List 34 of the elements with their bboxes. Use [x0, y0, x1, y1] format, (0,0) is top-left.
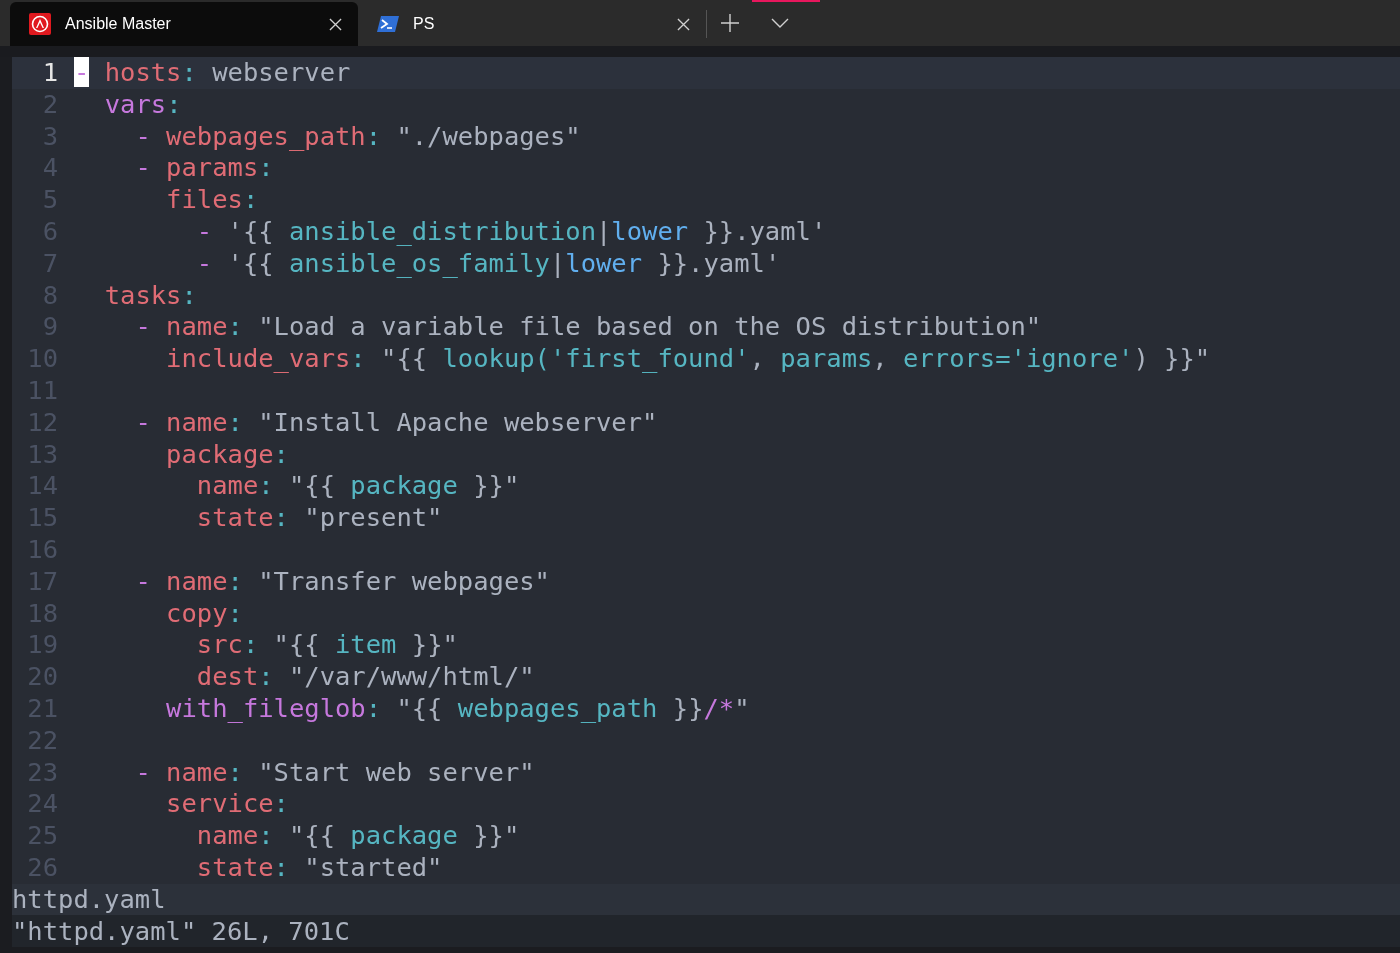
terminal-tab[interactable]: PS: [358, 2, 706, 46]
terminal-tab[interactable]: Ansible Master: [10, 2, 358, 46]
code-line: src: "{{ item }}": [195, 629, 458, 662]
code-line: files:: [165, 184, 259, 216]
code-line: tasks:: [103, 279, 197, 312]
code-line: copy:: [165, 597, 243, 630]
code-line: - params:: [134, 152, 274, 185]
code-line: include_vars: "{{ lookup('first_found', params, errors='ignore') }}": [165, 343, 1211, 375]
code-line: name: "{{ package }}": [195, 820, 520, 852]
app-icon: [29, 13, 51, 35]
code-line: - name: "Install Apache webserver": [134, 406, 658, 439]
code-line: - name: "Start web server": [134, 756, 535, 789]
code-line: name: "{{ package }}": [195, 470, 520, 503]
code-line: - '{{ ansible_distribution|lower }}.yaml': [195, 216, 827, 248]
close-icon[interactable]: [329, 17, 342, 31]
code-line: dest: "/var/www/html/": [195, 661, 535, 693]
code-line: - hosts: webserver: [74, 57, 351, 89]
code-line: - webpages_path: "./webpages": [134, 120, 581, 153]
file-name: httpd.yaml: [12, 883, 166, 914]
code-line: service:: [165, 788, 289, 821]
code-line: vars:: [103, 88, 182, 121]
code-line: state: "started": [195, 851, 443, 884]
accent-line: [752, 0, 820, 2]
plus-icon[interactable]: [721, 14, 739, 32]
close-icon[interactable]: [677, 17, 690, 31]
code-line: - name: "Load a variable file based on the OS distribution": [134, 311, 1042, 344]
code-line: - '{{ ansible_os_family|lower }}.yaml': [195, 247, 781, 280]
chevron-down-icon[interactable]: [771, 18, 789, 28]
code-line: - name: "Transfer webpages": [134, 565, 550, 598]
line-number: 1: [41, 57, 58, 89]
code-line: package:: [165, 438, 289, 471]
code-line: state: "present": [195, 502, 443, 534]
code-line: with_fileglob: "{{ webpages_path }}/*": [165, 692, 750, 725]
terminal-icon: [377, 13, 399, 35]
